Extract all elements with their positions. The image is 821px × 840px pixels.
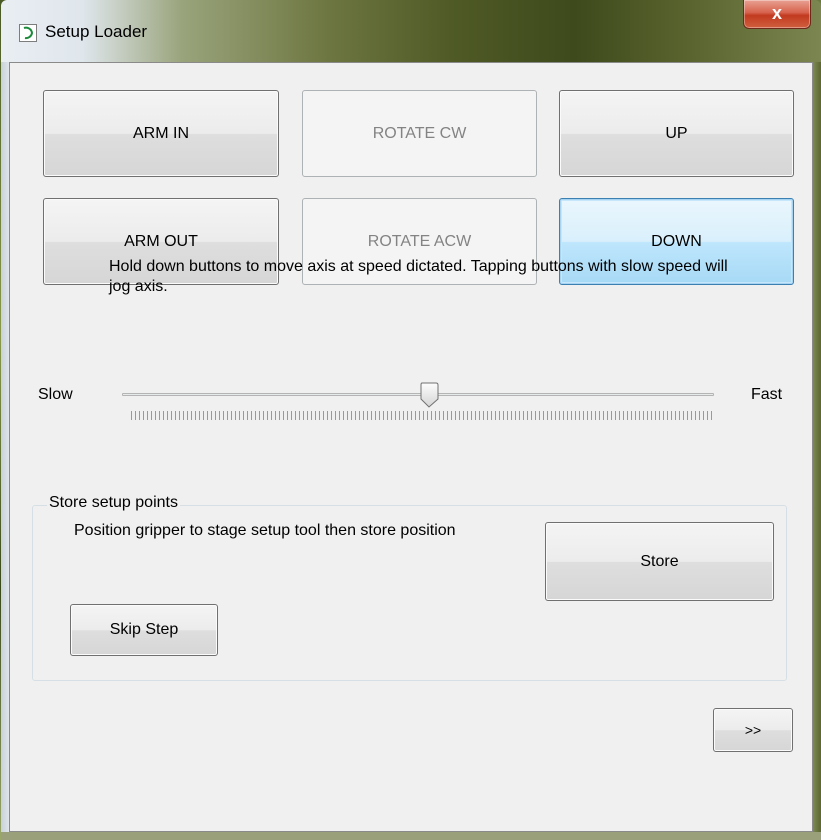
- store-button[interactable]: Store: [545, 522, 774, 601]
- up-label: UP: [665, 124, 688, 142]
- skip-step-button[interactable]: Skip Step: [70, 604, 218, 656]
- skip-step-label: Skip Step: [109, 621, 179, 638]
- window-title: Setup Loader: [45, 22, 148, 41]
- rotate-acw-label: ROTATE ACW: [367, 232, 472, 250]
- store-group-title: Store setup points: [47, 494, 180, 512]
- client-area: [9, 62, 813, 832]
- fast-label: Fast: [751, 386, 783, 403]
- slow-label: Slow: [38, 386, 73, 403]
- arm-in-label: ARM IN: [133, 124, 189, 142]
- rotate-cw-button[interactable]: ROTATE CW: [302, 90, 537, 177]
- arm-in-button[interactable]: ARM IN: [43, 90, 279, 177]
- window-frame-bottom: [1, 832, 821, 840]
- help-text: Hold down buttons to move axis at speed …: [109, 258, 728, 295]
- store-instruction: Position gripper to stage setup tool the…: [74, 522, 456, 539]
- slider-track[interactable]: [122, 393, 714, 396]
- next-label: >>: [744, 722, 762, 738]
- close-button[interactable]: x: [743, 0, 811, 29]
- slider-ticks: [131, 411, 715, 420]
- rotate-cw-label: ROTATE CW: [372, 124, 467, 142]
- up-button[interactable]: UP: [559, 90, 794, 177]
- arm-out-label: ARM OUT: [124, 232, 198, 250]
- close-icon: x: [771, 3, 782, 23]
- title-bar[interactable]: Setup Loader x: [1, 0, 821, 62]
- window-frame-left: [1, 62, 9, 840]
- slider-thumb-icon[interactable]: [420, 382, 440, 408]
- store-label: Store: [640, 552, 679, 570]
- arc-logo-icon: [19, 24, 37, 42]
- window-frame-right: [813, 62, 821, 840]
- next-button[interactable]: >>: [713, 708, 793, 752]
- down-label: DOWN: [651, 232, 702, 250]
